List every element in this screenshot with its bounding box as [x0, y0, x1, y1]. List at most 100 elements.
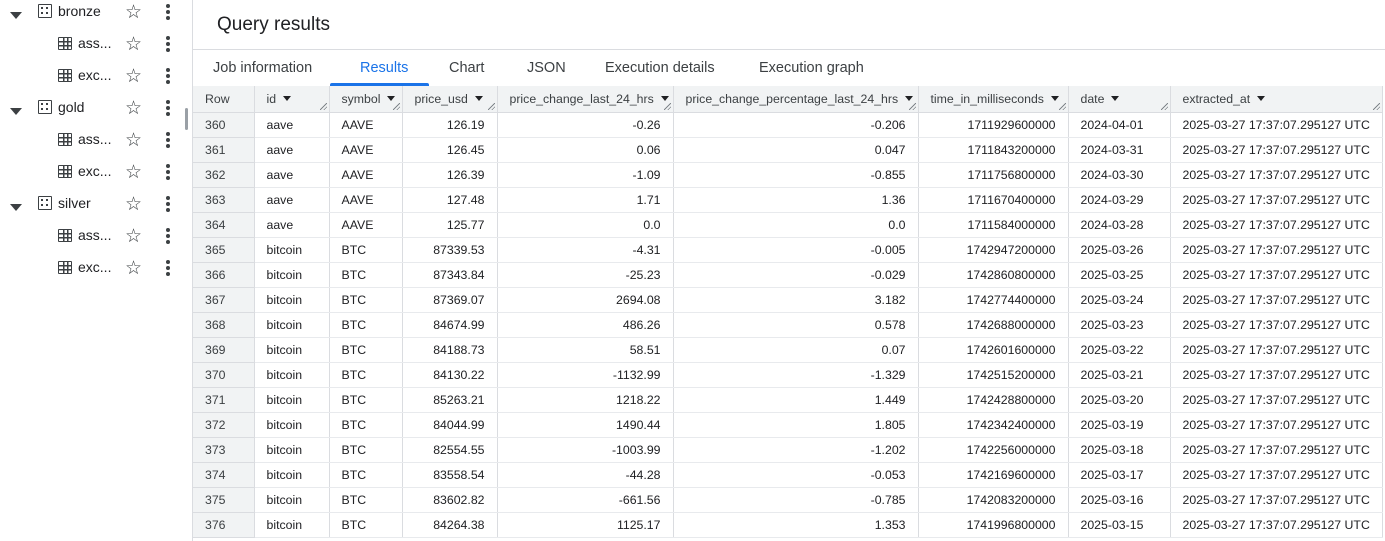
- dataset-label[interactable]: gold: [58, 99, 84, 115]
- symbol-cell[interactable]: BTC: [329, 487, 403, 513]
- table-label[interactable]: ass...: [78, 131, 111, 147]
- time-ms-cell[interactable]: 1742774400000: [918, 287, 1069, 313]
- time-ms-cell[interactable]: 1742428800000: [918, 387, 1069, 413]
- price-usd-cell[interactable]: 126.39: [402, 162, 498, 188]
- caret-down-icon[interactable]: [10, 108, 22, 115]
- time-ms-cell[interactable]: 1711584000000: [918, 212, 1069, 238]
- dataset-label[interactable]: silver: [58, 195, 91, 211]
- id-cell[interactable]: aave: [254, 187, 330, 213]
- more-vert-icon[interactable]: [162, 260, 174, 278]
- price-change-pct-cell[interactable]: 1.805: [673, 412, 919, 438]
- price-change-pct-cell[interactable]: 0.0: [673, 212, 919, 238]
- price-change-pct-cell[interactable]: 0.07: [673, 337, 919, 363]
- table-row[interactable]: 363 aave AAVE 127.48 1.71 1.36 1711670400000 20…: [193, 187, 1383, 213]
- symbol-cell[interactable]: AAVE: [329, 137, 403, 163]
- price-change-pct-cell[interactable]: 3.182: [673, 287, 919, 313]
- sort-caret-icon[interactable]: [660, 95, 669, 101]
- row-number-cell[interactable]: 367: [193, 287, 255, 313]
- row-number-cell[interactable]: 361: [193, 137, 255, 163]
- price-change-pct-cell[interactable]: 0.578: [673, 312, 919, 338]
- date-cell[interactable]: 2024-03-29: [1068, 187, 1171, 213]
- table-row[interactable]: 365 bitcoin BTC 87339.53 -4.31 -0.005 17429472…: [193, 237, 1383, 263]
- table-label[interactable]: exc...: [78, 163, 111, 179]
- price-change-pct-cell[interactable]: -0.005: [673, 237, 919, 263]
- id-cell[interactable]: aave: [254, 112, 330, 138]
- symbol-cell[interactable]: AAVE: [329, 112, 403, 138]
- id-cell[interactable]: aave: [254, 212, 330, 238]
- price-usd-cell[interactable]: 82554.55: [402, 437, 498, 463]
- id-cell[interactable]: bitcoin: [254, 387, 330, 413]
- dataset-row-silver[interactable]: silver ☆: [0, 194, 180, 224]
- table-row[interactable]: 366 bitcoin BTC 87343.84 -25.23 -0.029 1742860…: [193, 262, 1383, 288]
- date-cell[interactable]: 2025-03-17: [1068, 462, 1171, 488]
- extracted-at-cell[interactable]: 2025-03-27 17:37:07.295127 UTC: [1170, 137, 1383, 163]
- sort-caret-icon[interactable]: [387, 95, 396, 101]
- price-usd-cell[interactable]: 84044.99: [402, 412, 498, 438]
- extracted-at-cell[interactable]: 2025-03-27 17:37:07.295127 UTC: [1170, 162, 1383, 188]
- id-cell[interactable]: bitcoin: [254, 287, 330, 313]
- symbol-cell[interactable]: AAVE: [329, 187, 403, 213]
- price-change-cell[interactable]: -0.26: [497, 112, 674, 138]
- table-label[interactable]: exc...: [78, 259, 111, 275]
- price-change-pct-cell[interactable]: 1.353: [673, 512, 919, 538]
- price-usd-cell[interactable]: 84130.22: [402, 362, 498, 388]
- id-cell[interactable]: aave: [254, 162, 330, 188]
- star-icon[interactable]: ☆: [125, 227, 142, 246]
- price-change-cell[interactable]: 1.71: [497, 187, 674, 213]
- date-cell[interactable]: 2025-03-21: [1068, 362, 1171, 388]
- price-change-pct-cell[interactable]: -0.206: [673, 112, 919, 138]
- row-number-cell[interactable]: 369: [193, 337, 255, 363]
- extracted-at-cell[interactable]: 2025-03-27 17:37:07.295127 UTC: [1170, 337, 1383, 363]
- id-cell[interactable]: aave: [254, 137, 330, 163]
- price-usd-cell[interactable]: 84674.99: [402, 312, 498, 338]
- time-ms-cell[interactable]: 1711756800000: [918, 162, 1069, 188]
- resize-grip-icon[interactable]: [319, 102, 327, 110]
- table-row[interactable]: 370 bitcoin BTC 84130.22 -1132.99 -1.329 17425…: [193, 362, 1383, 388]
- price-usd-cell[interactable]: 83602.82: [402, 487, 498, 513]
- price-usd-cell[interactable]: 84188.73: [402, 337, 498, 363]
- more-vert-icon[interactable]: [162, 132, 174, 150]
- dataset-row-bronze[interactable]: bronze ☆: [0, 2, 180, 32]
- dataset-row-gold[interactable]: gold ☆: [0, 98, 180, 128]
- tab-results[interactable]: Results: [360, 50, 408, 86]
- date-cell[interactable]: 2025-03-20: [1068, 387, 1171, 413]
- extracted-at-cell[interactable]: 2025-03-27 17:37:07.295127 UTC: [1170, 487, 1383, 513]
- row-number-cell[interactable]: 375: [193, 487, 255, 513]
- price-change-cell[interactable]: 486.26: [497, 312, 674, 338]
- star-icon[interactable]: ☆: [125, 259, 142, 278]
- price-change-pct-cell[interactable]: -1.329: [673, 362, 919, 388]
- resize-grip-icon[interactable]: [487, 102, 495, 110]
- sort-caret-icon[interactable]: [283, 95, 292, 101]
- star-icon[interactable]: ☆: [125, 131, 142, 150]
- table-row[interactable]: 367 bitcoin BTC 87369.07 2694.08 3.182 1742774…: [193, 287, 1383, 313]
- row-number-cell[interactable]: 368: [193, 312, 255, 338]
- extracted-at-cell[interactable]: 2025-03-27 17:37:07.295127 UTC: [1170, 462, 1383, 488]
- resize-grip-icon[interactable]: [1372, 102, 1380, 110]
- table-row[interactable]: 371 bitcoin BTC 85263.21 1218.22 1.449 1742428…: [193, 387, 1383, 413]
- column-header-date[interactable]: date: [1068, 86, 1171, 113]
- row-number-cell[interactable]: 373: [193, 437, 255, 463]
- row-number-cell[interactable]: 366: [193, 262, 255, 288]
- extracted-at-cell[interactable]: 2025-03-27 17:37:07.295127 UTC: [1170, 437, 1383, 463]
- time-ms-cell[interactable]: 1742083200000: [918, 487, 1069, 513]
- symbol-cell[interactable]: BTC: [329, 387, 403, 413]
- table-label[interactable]: exc...: [78, 67, 111, 83]
- extracted-at-cell[interactable]: 2025-03-27 17:37:07.295127 UTC: [1170, 112, 1383, 138]
- price-change-pct-cell[interactable]: -0.053: [673, 462, 919, 488]
- row-number-cell[interactable]: 372: [193, 412, 255, 438]
- row-number-cell[interactable]: 376: [193, 512, 255, 538]
- symbol-cell[interactable]: BTC: [329, 237, 403, 263]
- symbol-cell[interactable]: BTC: [329, 362, 403, 388]
- price-change-pct-cell[interactable]: -0.855: [673, 162, 919, 188]
- price-change-cell[interactable]: -1003.99: [497, 437, 674, 463]
- date-cell[interactable]: 2024-03-28: [1068, 212, 1171, 238]
- symbol-cell[interactable]: BTC: [329, 287, 403, 313]
- time-ms-cell[interactable]: 1742947200000: [918, 237, 1069, 263]
- price-change-cell[interactable]: -4.31: [497, 237, 674, 263]
- time-ms-cell[interactable]: 1742515200000: [918, 362, 1069, 388]
- date-cell[interactable]: 2025-03-24: [1068, 287, 1171, 313]
- column-header-time-ms[interactable]: time_in_milliseconds: [918, 86, 1069, 113]
- extracted-at-cell[interactable]: 2025-03-27 17:37:07.295127 UTC: [1170, 287, 1383, 313]
- column-header-price-change[interactable]: price_change_last_24_hrs: [497, 86, 674, 113]
- id-cell[interactable]: bitcoin: [254, 337, 330, 363]
